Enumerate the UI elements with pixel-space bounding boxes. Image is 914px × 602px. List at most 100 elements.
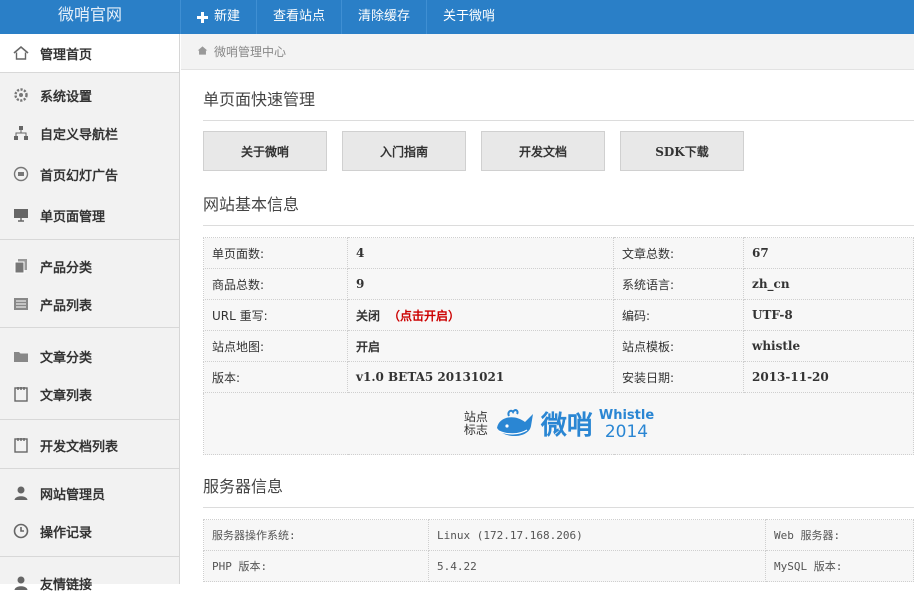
sidebar-item-label: 操作记录 xyxy=(40,525,93,541)
cell-value: 5.4.22 xyxy=(428,550,766,582)
sidebar-divider xyxy=(0,239,179,240)
table-row: 版本: v1.0 BETA5 20131021 安装日期: 2013-11-20 xyxy=(203,361,914,393)
cell-label: 版本: xyxy=(203,361,348,393)
sidebar-divider xyxy=(0,468,179,469)
gear-icon xyxy=(12,86,30,104)
cell-value: 2013-11-20 xyxy=(743,361,914,393)
sidebar-item-label: 开发文档列表 xyxy=(40,439,119,455)
about-button[interactable]: 关于微哨 xyxy=(426,0,511,34)
sidebar-item-logs[interactable]: 操作记录 xyxy=(0,512,179,550)
sidebar-item-label: 自定义导航栏 xyxy=(40,127,119,143)
breadcrumb: 微哨管理中心 xyxy=(181,34,914,70)
sitemap-icon xyxy=(12,124,30,142)
view-site-button[interactable]: 查看站点 xyxy=(256,0,341,34)
sidebar-item-label: 系统设置 xyxy=(40,89,93,105)
cell-value: 关闭 （点击开启） xyxy=(347,299,614,331)
table-row: 服务器操作系统: Linux (172.17.168.206) Web 服务器: xyxy=(203,519,914,551)
sidebar-item-home[interactable]: 管理首页 xyxy=(0,34,179,72)
clear-cache-button[interactable]: 清除缓存 xyxy=(341,0,426,34)
new-button[interactable]: 新建 xyxy=(180,0,256,34)
server-info-title: 服务器信息 xyxy=(203,473,914,508)
top-bar: 微哨官网 新建 查看站点 清除缓存 关于微哨 xyxy=(0,0,914,34)
cell-value: UTF-8 xyxy=(743,299,914,331)
main-content: 微哨管理中心 单页面快速管理 关于微哨 入门指南 开发文档 SDK下载 网站基本… xyxy=(181,34,914,584)
cell-label: Web 服务器: xyxy=(765,519,914,551)
sidebar-item-links[interactable]: 友情链接 xyxy=(0,564,179,602)
cell-label: 系统语言: xyxy=(613,268,744,300)
table-row: PHP 版本: 5.4.22 MySQL 版本: xyxy=(203,550,914,582)
sdk-download-button[interactable]: SDK下载 xyxy=(620,131,744,171)
notebook-icon xyxy=(12,436,30,454)
cell-value: 4 xyxy=(347,237,614,269)
cell-value: 9 xyxy=(347,268,614,300)
cell-label: MySQL 版本: xyxy=(765,550,914,582)
sidebar-divider xyxy=(0,419,179,420)
cell-label: 编码: xyxy=(613,299,744,331)
sidebar-item-article-category[interactable]: 文章分类 xyxy=(0,337,179,375)
site-logo: 站点标志 微哨 Whistle 2014 xyxy=(463,405,654,442)
cell-value: zh_cn xyxy=(743,268,914,300)
top-nav: 新建 查看站点 清除缓存 关于微哨 xyxy=(180,0,511,34)
guide-page-button[interactable]: 入门指南 xyxy=(342,131,466,171)
plus-icon xyxy=(197,11,208,23)
about-page-button[interactable]: 关于微哨 xyxy=(203,131,327,171)
docs-page-button[interactable]: 开发文档 xyxy=(481,131,605,171)
cell-label: PHP 版本: xyxy=(203,550,429,582)
table-row: 单页面数: 4 文章总数: 67 xyxy=(203,237,914,269)
site-logo-cell: 站点标志 微哨 Whistle 2014 xyxy=(203,392,914,455)
sidebar-divider xyxy=(0,72,179,73)
cell-value: Linux (172.17.168.206) xyxy=(428,519,766,551)
cell-label: URL 重写: xyxy=(203,299,348,331)
clock-icon xyxy=(12,522,30,540)
sidebar-item-dev-docs[interactable]: 开发文档列表 xyxy=(0,426,179,464)
quick-manage-title: 单页面快速管理 xyxy=(203,86,914,121)
sidebar-item-label: 单页面管理 xyxy=(40,209,106,225)
brand-logo[interactable]: 微哨官网 xyxy=(0,0,180,34)
sidebar-item-navbar[interactable]: 自定义导航栏 xyxy=(0,114,179,152)
folder-icon xyxy=(12,347,30,365)
sidebar-item-slides[interactable]: 首页幻灯广告 xyxy=(0,155,179,193)
cell-label: 单页面数: xyxy=(203,237,348,269)
cell-label: 站点模板: xyxy=(613,330,744,362)
cell-value: whistle xyxy=(743,330,914,362)
notebook-icon xyxy=(12,385,30,403)
sidebar-divider xyxy=(0,556,179,557)
sidebar-item-pages[interactable]: 单页面管理 xyxy=(0,196,179,234)
sidebar-item-label: 友情链接 xyxy=(40,577,93,593)
sidebar-item-label: 管理首页 xyxy=(40,47,93,63)
cell-label: 文章总数: xyxy=(613,237,744,269)
sidebar-item-label: 产品分类 xyxy=(40,260,93,276)
sidebar-item-product-list[interactable]: 产品列表 xyxy=(0,285,179,323)
sidebar-item-product-category[interactable]: 产品分类 xyxy=(0,247,179,285)
table-row: URL 重写: 关闭 （点击开启） 编码: UTF-8 xyxy=(203,299,914,331)
site-logo-label: 站点标志 xyxy=(463,409,488,437)
sidebar-item-label: 文章分类 xyxy=(40,350,93,366)
sidebar-item-article-list[interactable]: 文章列表 xyxy=(0,375,179,413)
site-info-table: 单页面数: 4 文章总数: 67 商品总数: 9 系统语言: zh_cn URL… xyxy=(203,237,914,455)
enable-url-rewrite-link[interactable]: （点击开启） xyxy=(388,309,460,323)
table-row: 站点标志 微哨 Whistle 2014 xyxy=(203,392,914,455)
site-info-title: 网站基本信息 xyxy=(203,191,914,226)
cell-value: 开启 xyxy=(347,330,614,362)
home-icon[interactable] xyxy=(197,45,208,59)
logo-year: 2014 xyxy=(604,421,649,442)
sidebar-item-label: 文章列表 xyxy=(40,388,93,404)
cell-label: 站点地图: xyxy=(203,330,348,362)
table-row: 站点地图: 开启 站点模板: whistle xyxy=(203,330,914,362)
sidebar-item-settings[interactable]: 系统设置 xyxy=(0,76,179,114)
breadcrumb-label[interactable]: 微哨管理中心 xyxy=(214,43,286,60)
table-row: 商品总数: 9 系统语言: zh_cn xyxy=(203,268,914,300)
cell-label: 服务器操作系统: xyxy=(203,519,429,551)
link-icon xyxy=(12,574,30,592)
sidebar-divider xyxy=(0,327,179,328)
slideshow-icon xyxy=(12,165,30,183)
copy-icon xyxy=(12,257,30,275)
cell-value: 67 xyxy=(743,237,914,269)
cell-label: 商品总数: xyxy=(203,268,348,300)
whale-icon xyxy=(496,408,533,436)
sidebar-item-admins[interactable]: 网站管理员 xyxy=(0,474,179,512)
home-icon xyxy=(12,44,30,62)
logo-en-text: Whistle 2014 xyxy=(599,408,654,442)
cell-label: 安装日期: xyxy=(613,361,744,393)
url-rewrite-status: 关闭 xyxy=(356,308,381,323)
